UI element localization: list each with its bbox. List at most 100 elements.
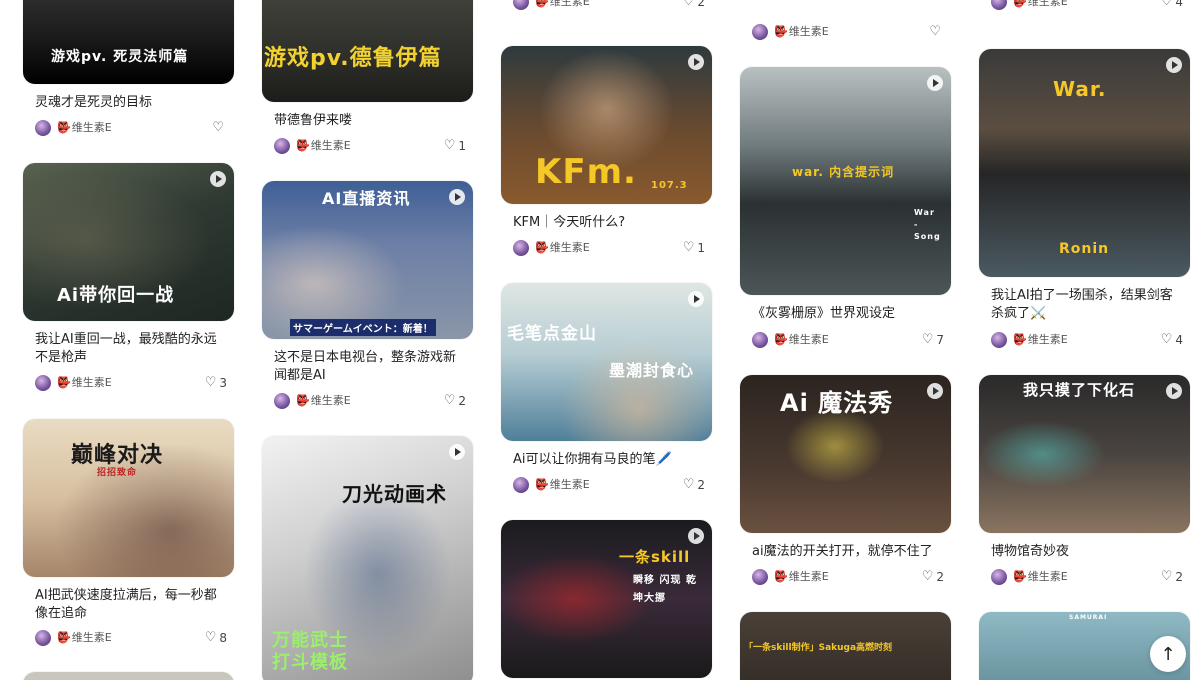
- like-button[interactable]: ♡ 2: [922, 569, 944, 585]
- avatar[interactable]: [991, 0, 1007, 10]
- post-title[interactable]: Ai可以让你拥有马良的笔🖊️: [513, 451, 705, 469]
- post-thumbnail[interactable]: 巅峰对决 招招致命: [23, 419, 234, 577]
- author-name[interactable]: 👺维生素E: [774, 332, 829, 348]
- thumbnail-overlay-text: war. 内含提示词: [792, 165, 895, 179]
- post-thumbnail[interactable]: KFm. 107.3: [501, 46, 712, 204]
- post-thumbnail[interactable]: 刀光动画术 万能武士 打斗模板: [262, 436, 473, 680]
- post-thumbnail[interactable]: 我只摸了下化石: [979, 375, 1190, 533]
- avatar[interactable]: [274, 393, 290, 409]
- post-title[interactable]: 博物馆奇妙夜: [991, 543, 1183, 561]
- avatar[interactable]: [752, 569, 768, 585]
- avatar[interactable]: [35, 630, 51, 646]
- like-button[interactable]: ♡ 3: [205, 375, 227, 391]
- avatar[interactable]: [752, 24, 768, 40]
- post-thumbnail[interactable]: [23, 672, 234, 680]
- like-button[interactable]: ♡ 2: [683, 0, 705, 10]
- heart-outline-icon: ♡: [204, 630, 217, 645]
- avatar[interactable]: [991, 332, 1007, 348]
- avatar[interactable]: [35, 375, 51, 391]
- arrow-up-icon: ↑: [1160, 643, 1176, 665]
- thumbnail-overlay-text: 「一条skill制作」Sakuga高燃时刻: [744, 643, 893, 653]
- like-button[interactable]: ♡: [929, 24, 944, 40]
- red-mask-icon: 👺: [1013, 570, 1027, 583]
- avatar[interactable]: [752, 332, 768, 348]
- like-button[interactable]: ♡ 7: [922, 332, 944, 348]
- avatar[interactable]: [513, 240, 529, 256]
- like-button[interactable]: ♡ 2: [1161, 569, 1183, 585]
- heart-outline-icon: ♡: [929, 24, 941, 39]
- red-mask-icon: 👺: [1013, 0, 1027, 8]
- post-thumbnail[interactable]: 游戏pv.德鲁伊篇: [262, 0, 473, 102]
- thumbnail-overlay-text: 游戏pv.德鲁伊篇: [264, 46, 442, 71]
- post-thumbnail[interactable]: 一条skill 瞬移 闪现 乾坤大挪: [501, 520, 712, 678]
- author-name[interactable]: 👺维生素E: [535, 240, 590, 256]
- like-button[interactable]: ♡: [212, 120, 227, 136]
- post-thumbnail[interactable]: 「一条skill制作」Sakuga高燃时刻: [740, 612, 951, 680]
- red-mask-icon: 👺: [57, 121, 71, 134]
- like-button[interactable]: ♡ 2: [444, 393, 466, 409]
- author-name[interactable]: 👺维生素E: [57, 120, 112, 136]
- thumbnail-overlay-subtext: Ronin: [1059, 241, 1110, 257]
- post-thumbnail[interactable]: Ai 魔法秀: [740, 375, 951, 533]
- avatar[interactable]: [274, 138, 290, 154]
- like-button[interactable]: ♡ 2: [683, 477, 705, 493]
- like-button[interactable]: ♡ 4: [1161, 0, 1183, 10]
- author-name[interactable]: 👺维生素E: [774, 569, 829, 585]
- heart-outline-icon: ♡: [682, 240, 695, 255]
- author-name[interactable]: 👺维生素E: [296, 393, 351, 409]
- thumbnail-overlay-subtext: サマーゲームイベント：新着！: [290, 319, 436, 336]
- author-name[interactable]: 👺维生素E: [1013, 0, 1068, 10]
- post-title[interactable]: 灵魂才是死灵的目标: [35, 94, 227, 112]
- like-button[interactable]: ♡ 4: [1161, 332, 1183, 348]
- post-title[interactable]: AI把武侠速度拉满后，每一秒都像在追命: [35, 587, 227, 623]
- like-button[interactable]: ♡ 8: [205, 630, 227, 646]
- post-title[interactable]: 带德鲁伊来喽: [274, 112, 466, 130]
- author-name[interactable]: 👺维生素E: [535, 477, 590, 493]
- post-title[interactable]: ai魔法的开关打开，就停不住了: [752, 543, 944, 561]
- post-thumbnail[interactable]: war. 内含提示词 War - Song: [740, 67, 951, 295]
- post-title[interactable]: KFM｜今天听什么?: [513, 214, 705, 232]
- author-name[interactable]: 👺维生素E: [1013, 332, 1068, 348]
- post-title[interactable]: 我让AI拍了一场围杀，结果剑客杀疯了⚔️: [991, 287, 1183, 323]
- red-mask-icon: 👺: [535, 478, 549, 491]
- thumbnail-overlay-text: War.: [1053, 77, 1107, 101]
- avatar[interactable]: [35, 120, 51, 136]
- post-meta: 👺维生素E ♡ 3: [35, 375, 227, 391]
- scroll-to-top-button[interactable]: ↑: [1150, 636, 1186, 672]
- post-thumbnail[interactable]: Ai带你回一战: [23, 163, 234, 321]
- thumbnail-overlay-text: AI直播资讯: [322, 189, 411, 208]
- post-meta: 👺维生素E ♡: [752, 24, 944, 40]
- author-name[interactable]: 👺维生素E: [535, 0, 590, 10]
- author-name[interactable]: 👺维生素E: [57, 630, 112, 646]
- avatar[interactable]: [991, 569, 1007, 585]
- post-meta: 👺维生素E ♡ 1: [274, 138, 466, 154]
- post-title[interactable]: 我让AI重回一战，最残酷的永远不是枪声: [35, 331, 227, 367]
- like-button[interactable]: ♡ 1: [444, 138, 466, 154]
- post-thumbnail[interactable]: 毛笔点金山 墨潮封食心: [501, 283, 712, 441]
- like-button[interactable]: ♡ 1: [683, 240, 705, 256]
- heart-outline-icon: ♡: [443, 393, 456, 408]
- post-thumbnail[interactable]: War. Ronin: [979, 49, 1190, 277]
- post-thumbnail[interactable]: AI直播资讯 サマーゲームイベント：新着！: [262, 181, 473, 339]
- author-name[interactable]: 👺维生素E: [774, 24, 829, 40]
- thumbnail-overlay-subtext: 招招致命: [97, 468, 138, 478]
- heart-outline-icon: ♡: [1160, 332, 1173, 347]
- red-mask-icon: 👺: [296, 139, 310, 152]
- author-name[interactable]: 👺维生素E: [1013, 569, 1068, 585]
- author-name[interactable]: 👺维生素E: [57, 375, 112, 391]
- play-icon: [927, 383, 943, 399]
- post-thumbnail[interactable]: 游戏pv. 死灵法师篇: [23, 0, 234, 84]
- play-icon: [688, 291, 704, 307]
- author-name[interactable]: 👺维生素E: [296, 138, 351, 154]
- avatar[interactable]: [513, 477, 529, 493]
- red-mask-icon: 👺: [774, 333, 788, 346]
- red-mask-icon: 👺: [57, 376, 71, 389]
- heart-outline-icon: ♡: [212, 120, 224, 135]
- red-mask-icon: 👺: [1013, 333, 1027, 346]
- post-title[interactable]: 《灰雾栅原》世界观设定: [752, 305, 944, 323]
- thumbnail-overlay-subtext: 107.3: [651, 180, 688, 191]
- thumbnail-overlay-text: 我只摸了下化石: [1023, 381, 1136, 399]
- avatar[interactable]: [513, 0, 529, 10]
- heart-outline-icon: ♡: [1160, 0, 1173, 9]
- post-title[interactable]: 这不是日本电视台，整条游戏新闻都是AI: [274, 349, 466, 385]
